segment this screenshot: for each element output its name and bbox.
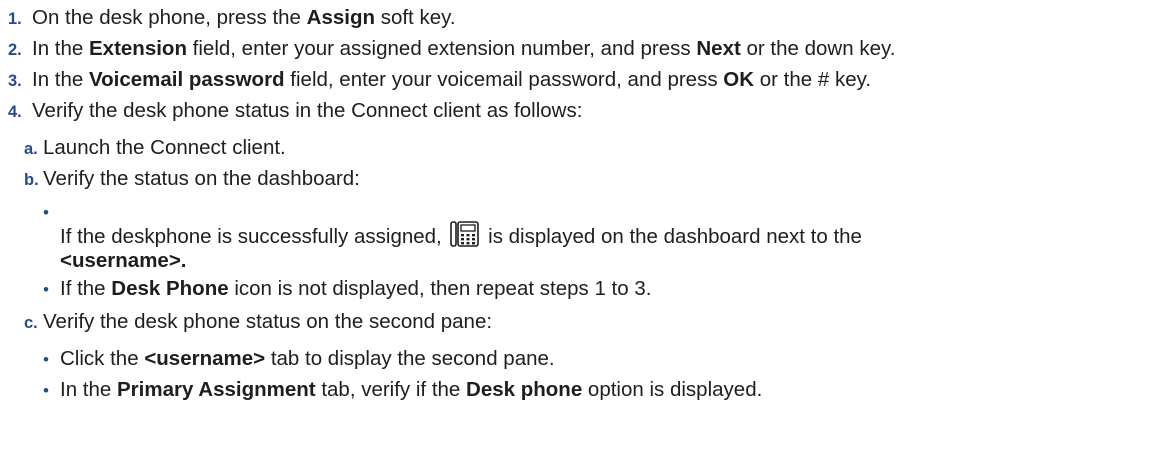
bullet-dot: • [43, 280, 49, 300]
ui-term: Primary Assignment [117, 377, 316, 401]
step-number: 2. [8, 41, 22, 59]
step-text: In the Voicemail password field, enter y… [32, 68, 871, 93]
step-text: In the Extension field, enter your assig… [32, 37, 895, 62]
step-number: 3. [8, 72, 22, 90]
ui-term: OK [723, 68, 755, 91]
bullet-text-part: icon is not displayed, then repeat steps… [228, 277, 652, 301]
step-text-part: or the # key. [754, 68, 872, 91]
step-number: 1. [8, 10, 22, 28]
substep-marker: c. [24, 314, 38, 333]
bullet-text-part: tab, verify if the [315, 377, 467, 401]
bullet-item: • In the Primary Assignment tab, verify … [43, 378, 895, 409]
ui-term: Desk phone [466, 377, 583, 401]
bullet-list: • Click the <username> tab to display th… [43, 347, 895, 409]
substep-c: c. Verify the desk phone status on the s… [24, 310, 895, 409]
step-text: On the desk phone, press the Assign soft… [32, 6, 456, 31]
step-number: 4. [8, 103, 22, 121]
ui-term: Assign [306, 6, 376, 29]
bullet-text: In the Primary Assignment tab, verify if… [60, 378, 762, 403]
bullet-dot: • [43, 380, 49, 400]
bullet-text-part: Click the [60, 346, 145, 370]
instructions-page: 1. On the desk phone, press the Assign s… [0, 0, 1169, 468]
step-text-part: or the down key. [740, 37, 896, 60]
bullet-text-part: option is displayed. [582, 377, 763, 401]
substep-text: Launch the Connect client. [43, 135, 286, 159]
substeps-list: a. Launch the Connect client. b. Verify … [24, 136, 895, 409]
ui-term: Extension [89, 37, 187, 60]
bullet-item: • If the Desk Phone icon is not displaye… [43, 277, 895, 308]
ui-term: Voicemail password [89, 68, 285, 91]
steps-list: 1. On the desk phone, press the Assign s… [8, 6, 895, 411]
bullet-list: • If the deskphone is successfully assig… [43, 203, 895, 308]
bullet-text: Click the <username> tab to display the … [60, 347, 555, 372]
bullet-text-part: tab to display the second pane. [265, 346, 555, 370]
step-1: 1. On the desk phone, press the Assign s… [8, 6, 895, 37]
ui-term: Desk Phone [111, 277, 229, 301]
substep-text: Verify the status on the dashboard: [43, 166, 360, 190]
substep-marker: b. [24, 170, 39, 189]
substep-a: a. Launch the Connect client. [24, 136, 895, 167]
ui-term: <username> [144, 346, 266, 370]
bullet-text-part: If the [60, 277, 112, 301]
bullet-item: • Click the <username> tab to display th… [43, 347, 895, 378]
step-2: 2. In the Extension field, enter your as… [8, 37, 895, 68]
bullet-item: • If the deskphone is successfully assig… [43, 203, 895, 277]
substep-marker: a. [24, 139, 38, 158]
bullet-text-part: If the deskphone is successfully assigne… [60, 225, 448, 249]
step-text-part: On the desk phone, press the [32, 6, 307, 29]
bullet-text: If the Desk Phone icon is not displayed,… [60, 277, 651, 302]
bullet-dot: • [43, 203, 49, 223]
step-3: 3. In the Voicemail password field, ente… [8, 68, 895, 99]
step-4: 4. Verify the desk phone status in the C… [8, 99, 895, 409]
step-text-part: In the [32, 68, 89, 91]
step-text: Verify the desk phone status in the Conn… [32, 99, 583, 122]
bullet-dot: • [43, 349, 49, 369]
bullet-text: If the deskphone is successfully assigne… [60, 221, 895, 277]
ui-term: Next [696, 37, 741, 60]
desk-phone-icon [450, 221, 480, 254]
substep-text: Verify the desk phone status on the seco… [43, 310, 493, 334]
step-text-part: field, enter your voicemail password, an… [284, 68, 724, 91]
bullet-text-part: is displayed on the dashboard next to th… [482, 225, 862, 249]
step-text-part: In the [32, 37, 89, 60]
substep-b: b. Verify the status on the dashboard: •… [24, 167, 895, 309]
step-text-part: soft key. [375, 6, 456, 29]
bullet-text-part: In the [60, 377, 117, 401]
step-text-part: field, enter your assigned extension num… [186, 37, 697, 60]
